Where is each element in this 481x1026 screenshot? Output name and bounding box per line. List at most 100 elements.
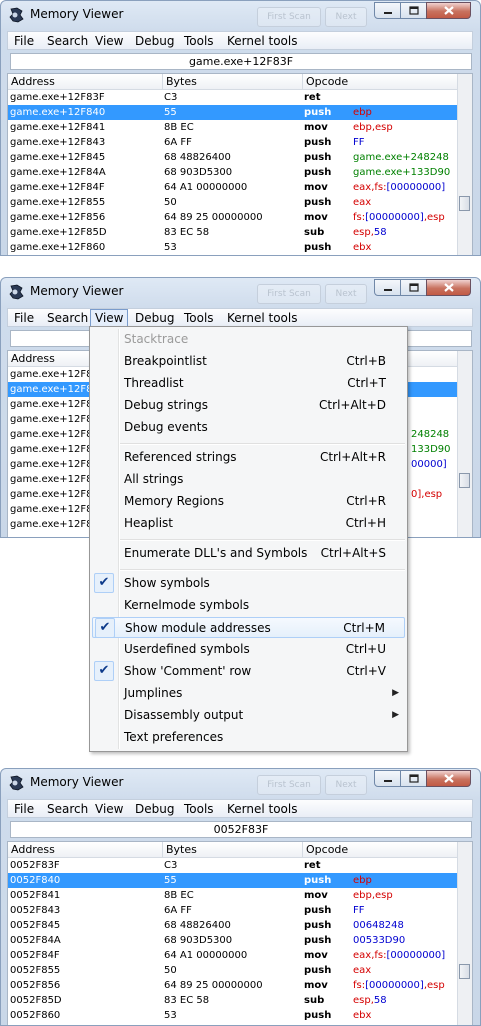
menu-tools[interactable]: Tools	[180, 309, 218, 327]
header-bytes[interactable]: Bytes	[163, 842, 303, 857]
menu-item-userdefined-symbols[interactable]: Userdefined symbols Ctrl+U	[92, 639, 405, 660]
menu-item-kernelmode-symbols[interactable]: Kernelmode symbols	[92, 595, 405, 616]
table-row[interactable]: 0052F85D 83 EC 58 sub esp,58	[8, 993, 457, 1008]
menu-file[interactable]: File	[10, 32, 38, 50]
menu-item-debug-events[interactable]: Debug events	[92, 417, 405, 438]
address-cell: game.exe+12F85	[10, 504, 99, 515]
table-row[interactable]: game.exe+12F84A 68 903D5300 push game.exe+1…	[8, 165, 457, 180]
menu-separator	[120, 539, 405, 541]
maximize-button[interactable]	[400, 279, 427, 296]
minimize-button[interactable]	[374, 2, 401, 19]
table-row[interactable]: 0052F83F C3 ret	[8, 858, 457, 873]
menu-debug[interactable]: Debug	[131, 32, 178, 50]
table-row[interactable]: 0052F860 53 push ebx	[8, 1008, 457, 1023]
menu-file[interactable]: File	[10, 309, 38, 327]
menu-file[interactable]: File	[10, 800, 38, 818]
title-bar[interactable]: Memory Viewer First Scan Next	[1, 278, 480, 306]
menu-item-heaplist[interactable]: Heaplist Ctrl+H	[92, 513, 405, 534]
address-cell: game.exe+12F84	[10, 444, 99, 455]
scrollbar-thumb[interactable]	[459, 196, 470, 211]
table-row[interactable]: 0052F840 55 push ebp	[8, 873, 457, 888]
vertical-scrollbar[interactable]	[457, 351, 472, 537]
menu-search[interactable]: Search	[43, 800, 92, 818]
menu-item-threadlist[interactable]: Threadlist Ctrl+T	[92, 373, 405, 394]
table-row[interactable]: 0052F841 8B EC mov ebp,esp	[8, 888, 457, 903]
bytes-cell: 68 903D5300	[164, 167, 233, 178]
vertical-scrollbar[interactable]	[457, 842, 472, 1025]
table-row[interactable]: game.exe+12F85D 83 EC 58 sub esp,58	[8, 225, 457, 240]
menu-item-jumplines[interactable]: Jumplines ▶	[92, 683, 405, 704]
menu-item-show-symbols[interactable]: ✔ Show symbols	[92, 573, 405, 594]
scrollbar-thumb[interactable]	[459, 964, 470, 979]
menu-view[interactable]: View	[91, 800, 127, 818]
operand-cell: ebx	[353, 240, 371, 255]
close-button[interactable]	[426, 279, 471, 296]
menu-item-disassembly-output[interactable]: Disassembly output ▶	[92, 705, 405, 726]
menu-debug[interactable]: Debug	[131, 309, 178, 327]
table-row[interactable]: game.exe+12F843 6A FF push FF	[8, 135, 457, 150]
table-row[interactable]: game.exe+12F83F C3 ret	[8, 90, 457, 105]
maximize-button[interactable]	[400, 770, 427, 787]
menu-item-enumerate-dll-s-and-symbols[interactable]: Enumerate DLL's and Symbols Ctrl+Alt+S	[92, 543, 405, 564]
table-row[interactable]: game.exe+12F84F 64 A1 00000000 mov eax,fs:[…	[8, 180, 457, 195]
table-row[interactable]: 0052F843 6A FF push FF	[8, 903, 457, 918]
opcode-cell: mov	[304, 212, 328, 223]
vertical-scrollbar[interactable]	[457, 74, 472, 255]
menu-tools[interactable]: Tools	[180, 32, 218, 50]
bytes-cell: C3	[164, 92, 178, 103]
menu-item-memory-regions[interactable]: Memory Regions Ctrl+R	[92, 491, 405, 512]
table-row[interactable]: 0052F855 50 push eax	[8, 963, 457, 978]
menu-kernel-tools[interactable]: Kernel tools	[223, 32, 302, 50]
table-row[interactable]: 0052F84A 68 903D5300 push 00533D90	[8, 933, 457, 948]
menu-view-open[interactable]: View	[90, 309, 129, 327]
title-bar[interactable]: Memory Viewer First Scan Next	[1, 769, 480, 797]
minimize-button[interactable]	[374, 279, 401, 296]
operand-cell: FF	[353, 135, 365, 150]
close-button[interactable]	[426, 770, 471, 787]
menu-item-label: All strings	[124, 472, 184, 486]
table-row[interactable]: game.exe+12F855 50 push eax	[8, 195, 457, 210]
header-address[interactable]: Address	[8, 74, 163, 89]
menu-view[interactable]: View	[91, 32, 127, 50]
menu-kernel-tools[interactable]: Kernel tools	[223, 309, 302, 327]
operand-cell: FF	[353, 903, 365, 918]
menu-item-show-module-addresses[interactable]: ✔ Show module addresses Ctrl+M	[92, 617, 405, 638]
menu-item-referenced-strings[interactable]: Referenced strings Ctrl+Alt+R	[92, 447, 405, 468]
table-row[interactable]: game.exe+12F841 8B EC mov ebp,esp	[8, 120, 457, 135]
menu-search[interactable]: Search	[43, 309, 92, 327]
title-bar[interactable]: Memory Viewer First Scan Next	[1, 1, 480, 29]
disassembler-view[interactable]: Address Bytes Opcode game.exe+12F83F C3 re…	[7, 73, 473, 255]
menu-item-show-comment-row[interactable]: ✔ Show 'Comment' row Ctrl+V	[92, 661, 405, 682]
current-address-field[interactable]: game.exe+12F83F	[10, 53, 472, 70]
table-row[interactable]: game.exe+12F845 68 48826400 push game.exe+2…	[8, 150, 457, 165]
operand-cell: esp,58	[353, 993, 387, 1008]
operand-part: ,esp	[423, 980, 445, 991]
maximize-button[interactable]	[400, 2, 427, 19]
bytes-cell: 6A FF	[164, 137, 192, 148]
table-row[interactable]: 0052F84F 64 A1 00000000 mov eax,fs:[0000000…	[8, 948, 457, 963]
menu-kernel-tools[interactable]: Kernel tools	[223, 800, 302, 818]
close-button[interactable]	[426, 2, 471, 19]
current-address-field[interactable]: 0052F83F	[10, 821, 472, 838]
table-row[interactable]: game.exe+12F840 55 push ebp	[8, 105, 457, 120]
menu-item-breakpointlist[interactable]: Breakpointlist Ctrl+B	[92, 351, 405, 372]
header-bytes[interactable]: Bytes	[163, 74, 303, 89]
header-opcode[interactable]: Opcode	[303, 74, 460, 89]
menu-search[interactable]: Search	[43, 32, 92, 50]
menu-debug[interactable]: Debug	[131, 800, 178, 818]
menu-item-debug-strings[interactable]: Debug strings Ctrl+Alt+D	[92, 395, 405, 416]
table-row[interactable]: 0052F845 68 48826400 push 00648248	[8, 918, 457, 933]
table-row[interactable]: game.exe+12F856 64 89 25 00000000 mov fs:[0…	[8, 210, 457, 225]
opcode-cell: push	[304, 137, 332, 148]
menu-item-all-strings[interactable]: All strings	[92, 469, 405, 490]
disassembler-view[interactable]: Address Bytes Opcode 0052F83F C3 ret 0052F8…	[7, 841, 473, 1025]
minimize-button[interactable]	[374, 770, 401, 787]
operand-part: [00000000]	[365, 980, 424, 991]
header-address[interactable]: Address	[8, 842, 163, 857]
menu-item-text-preferences[interactable]: Text preferences	[92, 727, 405, 748]
menu-tools[interactable]: Tools	[180, 800, 218, 818]
table-row[interactable]: 0052F856 64 89 25 00000000 mov fs:[00000000…	[8, 978, 457, 993]
header-opcode[interactable]: Opcode	[303, 842, 460, 857]
scrollbar-thumb[interactable]	[459, 473, 470, 488]
table-row[interactable]: game.exe+12F860 53 push ebx	[8, 240, 457, 255]
